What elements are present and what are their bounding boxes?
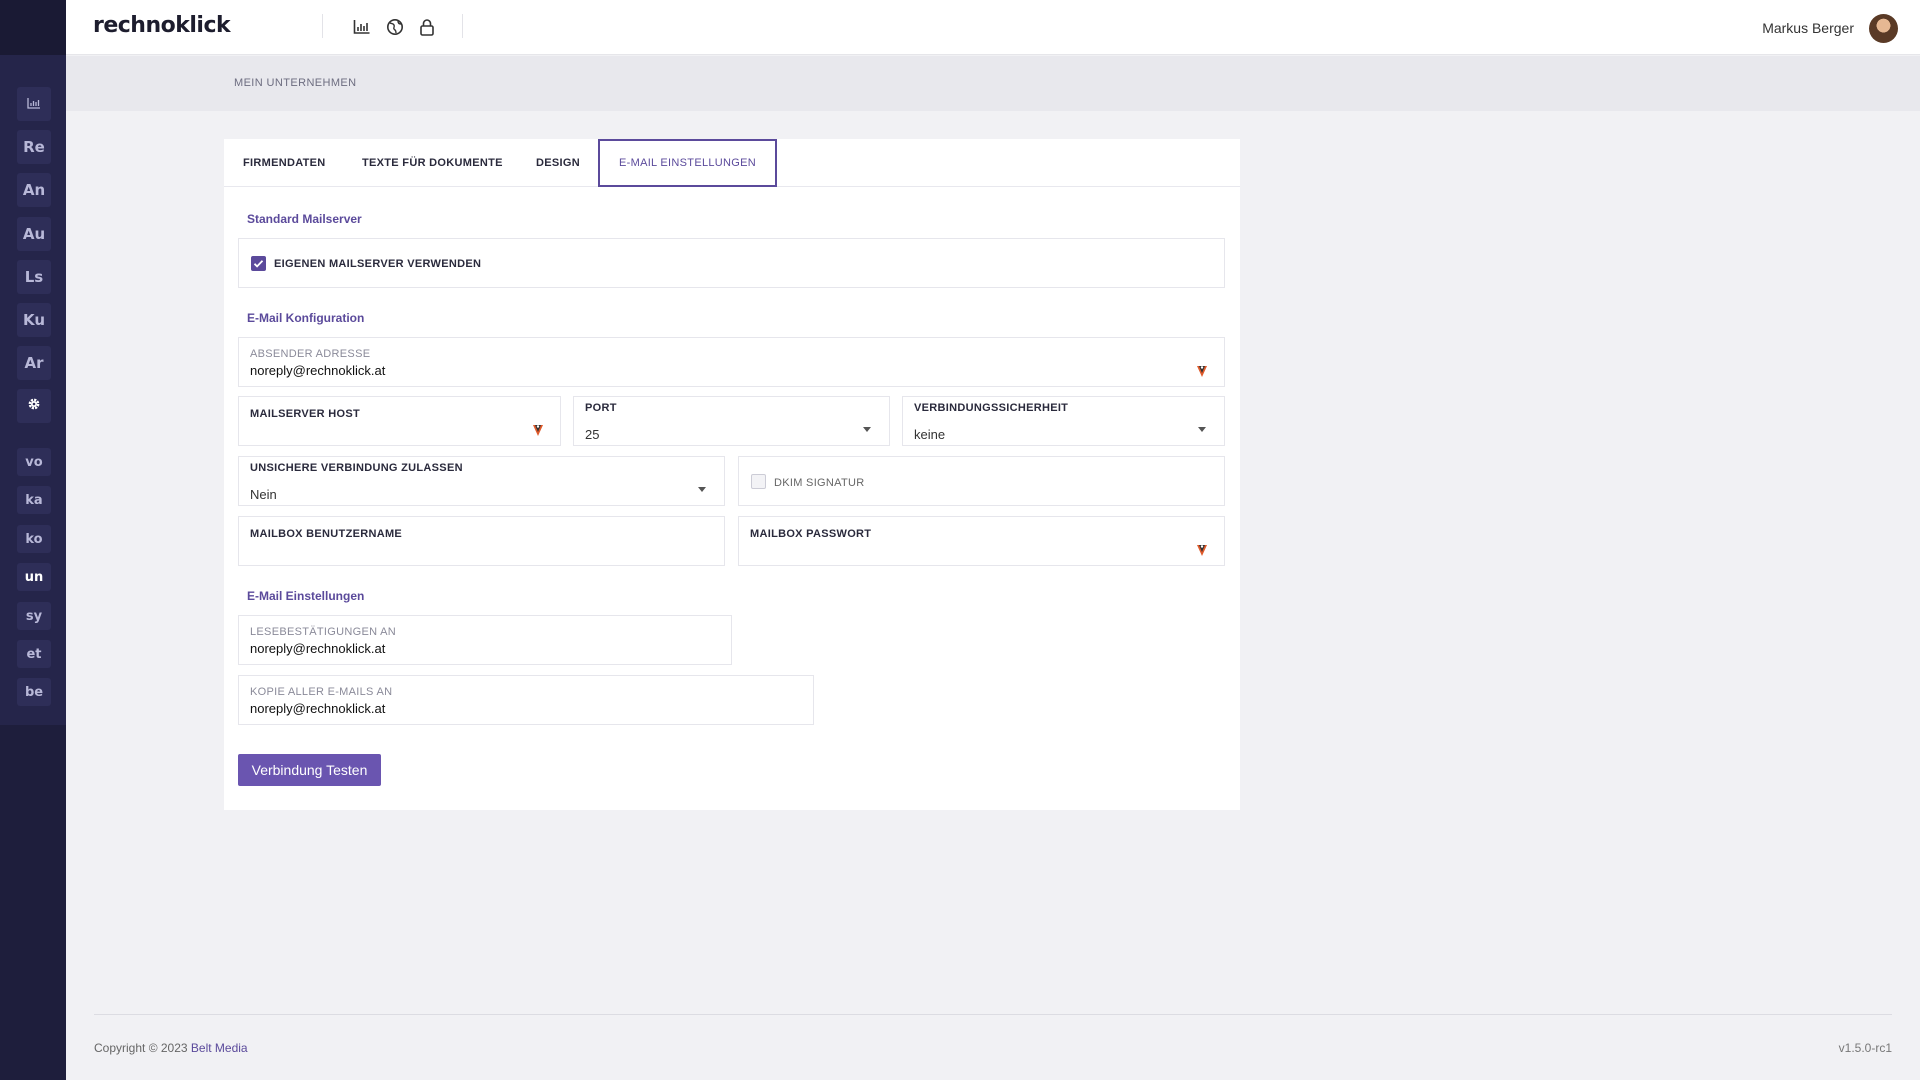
sender-address-value[interactable]: noreply@rechnoklick.at <box>250 363 385 378</box>
globe-icon[interactable] <box>385 17 405 37</box>
sidebar-item-ls[interactable]: Ls <box>17 260 51 294</box>
own-mailserver-label[interactable]: EIGENEN MAILSERVER VERWENDEN <box>274 258 481 270</box>
brand-link[interactable]: Belt Media <box>191 1041 248 1055</box>
test-connection-button[interactable]: Verbindung Testen <box>238 754 381 786</box>
mailbox-password-label: MAILBOX PASSWORT <box>750 528 872 540</box>
sidebar-item-au[interactable]: Au <box>17 217 51 251</box>
mailbox-username-field[interactable]: MAILBOX BENUTZERNAME <box>238 516 725 566</box>
dkim-signature-checkbox[interactable] <box>751 474 766 489</box>
password-manager-icon[interactable] <box>1196 364 1208 378</box>
mailserver-host-field[interactable]: MAILSERVER HOST <box>238 396 561 446</box>
sidebar-item-ka[interactable]: ka <box>17 486 51 514</box>
chart-icon[interactable] <box>352 17 372 37</box>
tab-bar: FIRMENDATEN TEXTE FÜR DOKUMENTE DESIGN E… <box>224 139 1240 187</box>
section-title-email-einstellungen: E-Mail Einstellungen <box>247 589 365 603</box>
read-receipt-field[interactable]: LESEBESTÄTIGUNGEN AN noreply@rechnoklick… <box>238 615 732 665</box>
sidebar-item-settings[interactable] <box>17 389 51 423</box>
section-title-standard-mailserver: Standard Mailserver <box>247 212 362 226</box>
tab-firmendaten[interactable]: FIRMENDATEN <box>224 139 345 187</box>
avatar[interactable] <box>1869 14 1898 43</box>
connection-security-value[interactable]: keine <box>914 427 945 442</box>
header-divider <box>322 14 323 38</box>
sender-address-field[interactable]: ABSENDER ADRESSE noreply@rechnoklick.at <box>238 337 1225 387</box>
chevron-down-icon[interactable] <box>1198 427 1206 432</box>
tab-texte-fuer-dokumente[interactable]: TEXTE FÜR DOKUMENTE <box>343 139 522 187</box>
mailbox-username-label: MAILBOX BENUTZERNAME <box>250 528 403 540</box>
sidebar-item-ku[interactable]: Ku <box>17 303 51 337</box>
gear-icon <box>27 397 41 415</box>
settings-card: FIRMENDATEN TEXTE FÜR DOKUMENTE DESIGN E… <box>224 139 1240 810</box>
sidebar-item-vo[interactable]: vo <box>17 448 51 476</box>
read-receipt-label: LESEBESTÄTIGUNGEN AN <box>250 626 396 638</box>
sidebar-item-ar[interactable]: Ar <box>17 346 51 380</box>
sidebar-item-an[interactable]: An <box>17 173 51 207</box>
port-value[interactable]: 25 <box>585 427 599 442</box>
top-header: rechnoklick Markus Berger <box>66 0 1920 55</box>
sidebar-item-et[interactable]: et <box>17 640 51 668</box>
copyright-text: Copyright © 2023 <box>94 1041 188 1055</box>
sidebar-item-un[interactable]: un <box>17 563 51 591</box>
dkim-signature-row: DKIM SIGNATUR <box>738 456 1225 506</box>
port-label: PORT <box>585 402 617 414</box>
sidebar-item-dashboard[interactable] <box>17 87 51 121</box>
mailbox-password-field[interactable]: MAILBOX PASSWORT <box>738 516 1225 566</box>
sender-address-label: ABSENDER ADRESSE <box>250 348 371 360</box>
sidebar-item-ko[interactable]: ko <box>17 525 51 553</box>
section-title-email-konfiguration: E-Mail Konfiguration <box>247 311 365 325</box>
app-logo[interactable]: rechnoklick <box>93 13 231 38</box>
password-manager-icon[interactable] <box>1196 543 1208 557</box>
lock-icon[interactable] <box>417 17 437 37</box>
breadcrumb: MEIN UNTERNEHMEN <box>234 77 357 89</box>
footer-divider <box>94 1014 1892 1015</box>
password-manager-icon[interactable] <box>532 423 544 437</box>
footer-copyright: Copyright © 2023 Belt Media <box>94 1041 248 1055</box>
copy-all-emails-label: KOPIE ALLER E-MAILS AN <box>250 686 393 698</box>
check-icon <box>253 260 264 268</box>
read-receipt-value[interactable]: noreply@rechnoklick.at <box>250 641 385 656</box>
user-name[interactable]: Markus Berger <box>1762 20 1854 36</box>
header-divider <box>462 14 463 38</box>
tab-design[interactable]: DESIGN <box>517 139 599 187</box>
dkim-signature-label[interactable]: DKIM SIGNATUR <box>774 477 864 489</box>
insecure-connection-select[interactable]: UNSICHERE VERBINDUNG ZULASSEN Nein <box>238 456 725 506</box>
insecure-connection-value[interactable]: Nein <box>250 487 277 502</box>
sidebar-item-be[interactable]: be <box>17 678 51 706</box>
sidebar-top <box>0 0 66 55</box>
chevron-down-icon[interactable] <box>863 427 871 432</box>
breadcrumb-bar: MEIN UNTERNEHMEN <box>66 56 1920 111</box>
own-mailserver-checkbox[interactable] <box>251 256 266 271</box>
mailserver-host-label: MAILSERVER HOST <box>250 408 361 420</box>
chevron-down-icon[interactable] <box>698 487 706 492</box>
connection-security-label: VERBINDUNGSSICHERHEIT <box>914 402 1069 414</box>
own-mailserver-row: EIGENEN MAILSERVER VERWENDEN <box>238 238 1225 288</box>
app-version: v1.5.0-rc1 <box>1838 1041 1892 1055</box>
copy-all-emails-field[interactable]: KOPIE ALLER E-MAILS AN noreply@rechnokli… <box>238 675 814 725</box>
sidebar: Re An Au Ls Ku Ar vo ka ko un sy et be <box>0 0 66 1080</box>
sidebar-item-re[interactable]: Re <box>17 130 51 164</box>
sidebar-item-sy[interactable]: sy <box>17 602 51 630</box>
tab-email-einstellungen[interactable]: E-MAIL EINSTELLUNGEN <box>598 139 778 187</box>
chart-icon <box>27 95 41 113</box>
port-select[interactable]: PORT 25 <box>573 396 890 446</box>
insecure-connection-label: UNSICHERE VERBINDUNG ZULASSEN <box>250 462 463 474</box>
copy-all-emails-value[interactable]: noreply@rechnoklick.at <box>250 701 385 716</box>
connection-security-select[interactable]: VERBINDUNGSSICHERHEIT keine <box>902 396 1225 446</box>
